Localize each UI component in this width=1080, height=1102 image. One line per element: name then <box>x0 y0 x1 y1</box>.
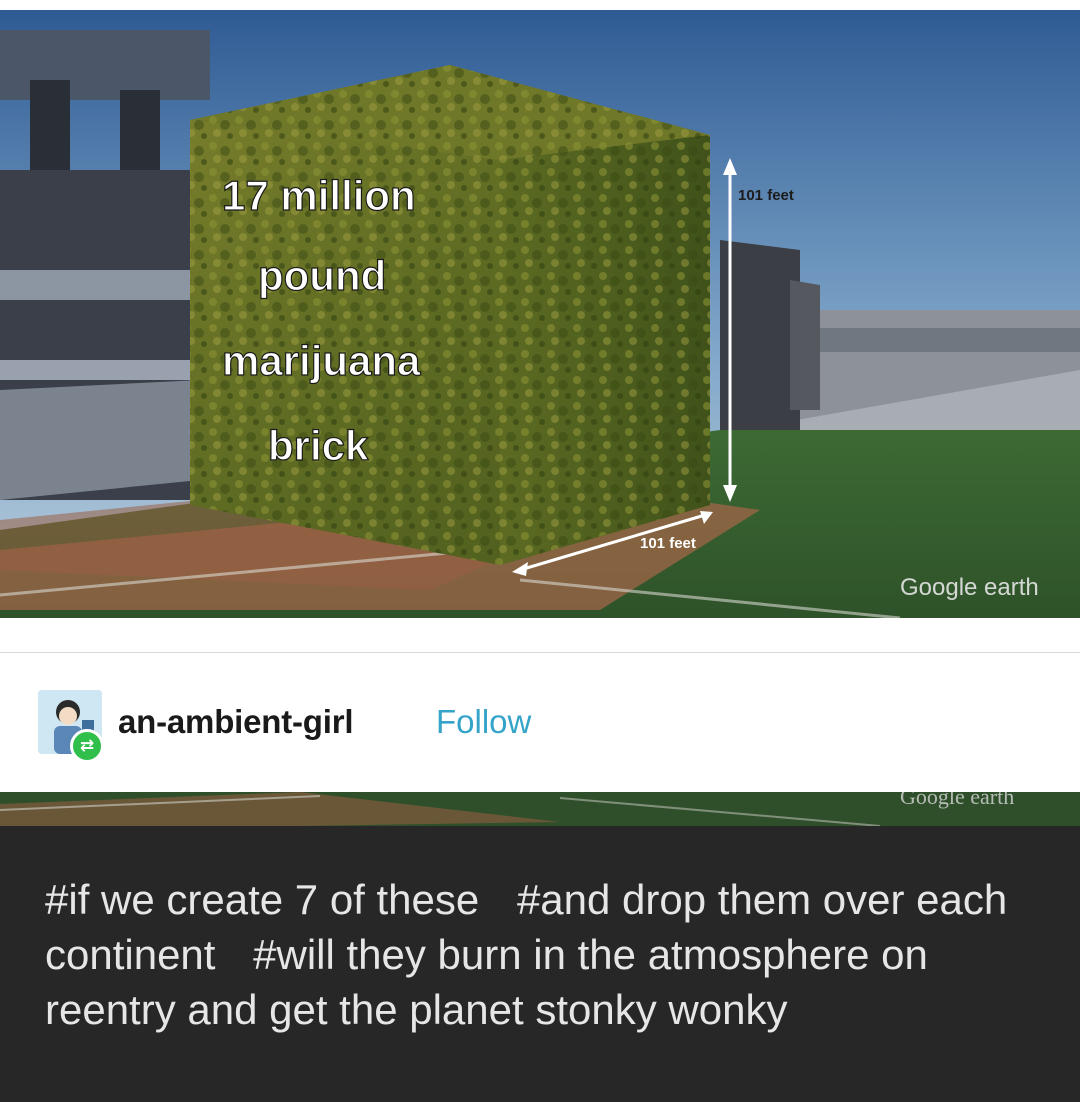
reblog-icon: ⇄ <box>70 729 104 763</box>
stadium-image: 17 million pound marijuana brick 101 fee… <box>0 10 1080 618</box>
image-strip: Google earth <box>0 792 1080 826</box>
username[interactable]: an-ambient-girl <box>118 703 354 741</box>
follow-button[interactable]: Follow <box>436 703 531 741</box>
post-header: ⇄ an-ambient-girl Follow <box>0 652 1080 792</box>
height-label: 101 feet <box>738 187 794 204</box>
tag-list: #if we create 7 of these #and drop them … <box>45 872 1045 1037</box>
tag[interactable]: #if we create 7 of these <box>45 876 479 923</box>
width-label: 101 feet <box>640 535 696 552</box>
tags-area: #if we create 7 of these #and drop them … <box>0 826 1080 1102</box>
brick-label-line-3: marijuana <box>222 337 421 384</box>
brick-label-line-1: 17 million <box>222 172 416 219</box>
brick-label-line-4: brick <box>268 422 369 469</box>
brick-label-line-2: pound <box>258 252 386 299</box>
strip-watermark: Google earth <box>900 792 1014 809</box>
google-earth-watermark: Google earth <box>900 574 1039 601</box>
